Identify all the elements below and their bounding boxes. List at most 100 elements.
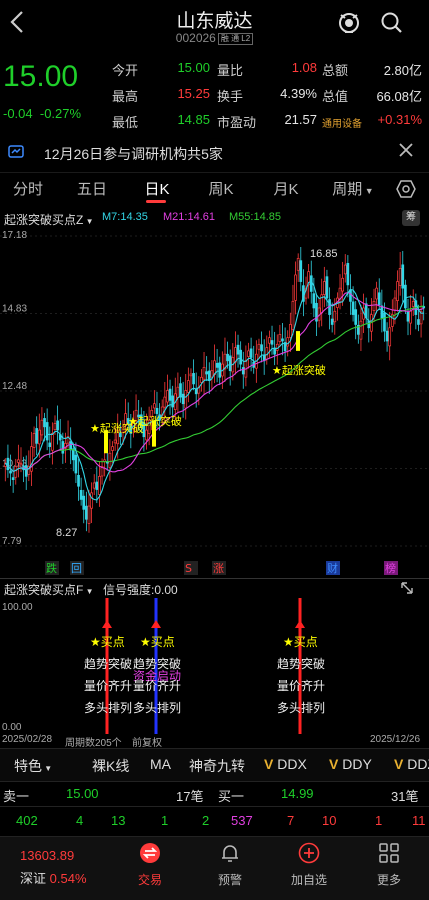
signal-chart[interactable]: 100.000.00★买点 ★买点 ★买点趋势突破 趋势突破 趋势突破资金启动量价齐升量… bbox=[0, 598, 429, 734]
tab-weekly-k[interactable]: 周K bbox=[203, 178, 239, 199]
candle-body bbox=[372, 301, 376, 311]
naked-k-button[interactable]: 裸K线 bbox=[92, 756, 129, 776]
tab-period-dropdown[interactable]: 周期 ▼ bbox=[328, 178, 378, 199]
end-date: 2025/12/26 bbox=[370, 734, 421, 745]
signal-candle bbox=[152, 420, 156, 447]
candle-body bbox=[200, 376, 203, 383]
expand-icon bbox=[401, 582, 413, 594]
candle-body bbox=[90, 492, 93, 509]
nav-trade-label: 交易 bbox=[137, 873, 162, 887]
nav-trade[interactable]: 交易 bbox=[124, 842, 176, 888]
candle-body bbox=[69, 441, 73, 451]
candle-body bbox=[218, 362, 222, 378]
sub-indicator-selector[interactable]: 起涨突破买点F ▼ bbox=[4, 581, 93, 598]
notice-text[interactable]: 12月26日参与调研机构共5家 bbox=[44, 144, 223, 164]
buy1-volume: 31笔 bbox=[391, 789, 419, 804]
tab-monthly-k[interactable]: 月K bbox=[268, 178, 304, 199]
nav-more-label: 更多 bbox=[376, 873, 401, 887]
candle-body bbox=[341, 277, 344, 292]
ddx-button[interactable]: V DDX bbox=[264, 756, 307, 772]
close-notice-button[interactable] bbox=[398, 141, 414, 164]
tab-daily-k[interactable]: 日K bbox=[139, 178, 175, 199]
ddx-label: DDX bbox=[277, 756, 307, 772]
magic-nine-button[interactable]: 神奇九转 bbox=[189, 756, 245, 776]
candle-body bbox=[32, 433, 36, 448]
kline-chart[interactable]: 17.1814.8312.4810.137.7916.858.27★起涨突破★起… bbox=[0, 228, 429, 578]
search-icon bbox=[381, 12, 402, 33]
candle-body bbox=[153, 403, 156, 409]
ddy-button[interactable]: V DDY bbox=[329, 756, 372, 772]
quote-l2-2: 市盈动 bbox=[217, 115, 257, 130]
caret-down-icon: ▼ bbox=[42, 764, 53, 773]
candle-body bbox=[24, 465, 28, 477]
candle-body bbox=[388, 327, 392, 347]
chart-settings-button[interactable] bbox=[396, 180, 416, 203]
index-value[interactable]: 13603.89 bbox=[20, 848, 74, 863]
candle-body bbox=[35, 428, 39, 444]
low-price-label: 8.27 bbox=[56, 527, 77, 539]
candle-body bbox=[192, 373, 195, 385]
adjust-mode: 前复权 bbox=[132, 738, 162, 749]
nav-add-watchlist[interactable]: 加自选 bbox=[283, 842, 335, 888]
candle-body bbox=[205, 371, 208, 375]
high-price-label: 16.85 bbox=[310, 248, 338, 260]
feature-dropdown[interactable]: 特色 ▼ bbox=[14, 756, 52, 776]
assistant-robot-button[interactable] bbox=[337, 11, 361, 35]
candle-body bbox=[346, 262, 350, 286]
candle-body bbox=[278, 334, 282, 342]
tab-five-day[interactable]: 五日 bbox=[74, 178, 110, 199]
buy-detail-1: 7 bbox=[287, 813, 295, 828]
nav-more[interactable]: 更多 bbox=[363, 842, 415, 888]
candle-body bbox=[155, 407, 159, 414]
caret-down-icon: ▼ bbox=[83, 587, 94, 596]
candle-body bbox=[393, 297, 397, 311]
feature-label: 特色 bbox=[14, 758, 42, 774]
sell-detail-0: 402 bbox=[16, 813, 38, 828]
candle-body bbox=[312, 293, 316, 309]
nav-alert[interactable]: 预警 bbox=[204, 842, 256, 888]
main-indicator-selector[interactable]: 起涨突破买点Z ▼ bbox=[4, 211, 93, 228]
candle-body bbox=[241, 367, 245, 375]
candle-body bbox=[411, 301, 415, 307]
candle-body bbox=[398, 268, 402, 286]
search-button[interactable] bbox=[380, 11, 404, 35]
ddz-button[interactable]: V DDZ bbox=[394, 756, 429, 772]
add-circle-icon bbox=[298, 842, 320, 864]
change-percent: -0.27% bbox=[39, 106, 82, 121]
index-change: 0.54% bbox=[49, 871, 87, 886]
buy-point-label: ★买点 bbox=[90, 635, 125, 649]
quote-v3-1: 66.08亿 bbox=[376, 89, 422, 104]
quote-l3-0: 总额 bbox=[322, 63, 349, 78]
candle-body bbox=[268, 337, 271, 344]
candle-body bbox=[359, 320, 363, 340]
quote-l1-1: 最高 bbox=[112, 89, 139, 104]
candle-body bbox=[330, 318, 334, 325]
trade-icon bbox=[140, 843, 160, 863]
quote-v2-1: 4.39% bbox=[280, 86, 317, 101]
candle-body bbox=[11, 477, 15, 480]
period-count: 周期数205个 bbox=[65, 738, 122, 749]
candle-body bbox=[6, 457, 10, 471]
expand-chart-button[interactable] bbox=[399, 580, 419, 596]
buy-point-label: ★买点 bbox=[140, 635, 175, 649]
candle-body bbox=[77, 474, 80, 487]
candle-body bbox=[404, 284, 407, 309]
chip-distribution-button[interactable]: 筹 bbox=[402, 210, 420, 226]
sell1-volume: 17笔 bbox=[176, 789, 204, 804]
candle-body bbox=[19, 462, 23, 465]
quote-l2-0: 量比 bbox=[217, 63, 244, 78]
quote-l1-0: 今开 bbox=[112, 63, 139, 78]
trend-break-label: 趋势突破 bbox=[277, 656, 325, 671]
bullish-align-label: 多头排列 bbox=[84, 701, 132, 715]
candle-body bbox=[187, 380, 190, 393]
candle-body bbox=[56, 420, 59, 431]
candle-body bbox=[43, 418, 46, 428]
ma-button[interactable]: MA bbox=[150, 756, 171, 772]
vip-v-icon: V bbox=[394, 756, 408, 772]
bullish-align-label: 多头排列 bbox=[133, 701, 181, 715]
index-info[interactable]: 深证 0.54% bbox=[20, 868, 87, 887]
candle-body bbox=[377, 292, 381, 306]
start-date: 2025/02/28 bbox=[2, 734, 53, 745]
trend-break-label: 趋势突破 bbox=[84, 656, 132, 671]
tab-intraday[interactable]: 分时 bbox=[10, 178, 46, 199]
